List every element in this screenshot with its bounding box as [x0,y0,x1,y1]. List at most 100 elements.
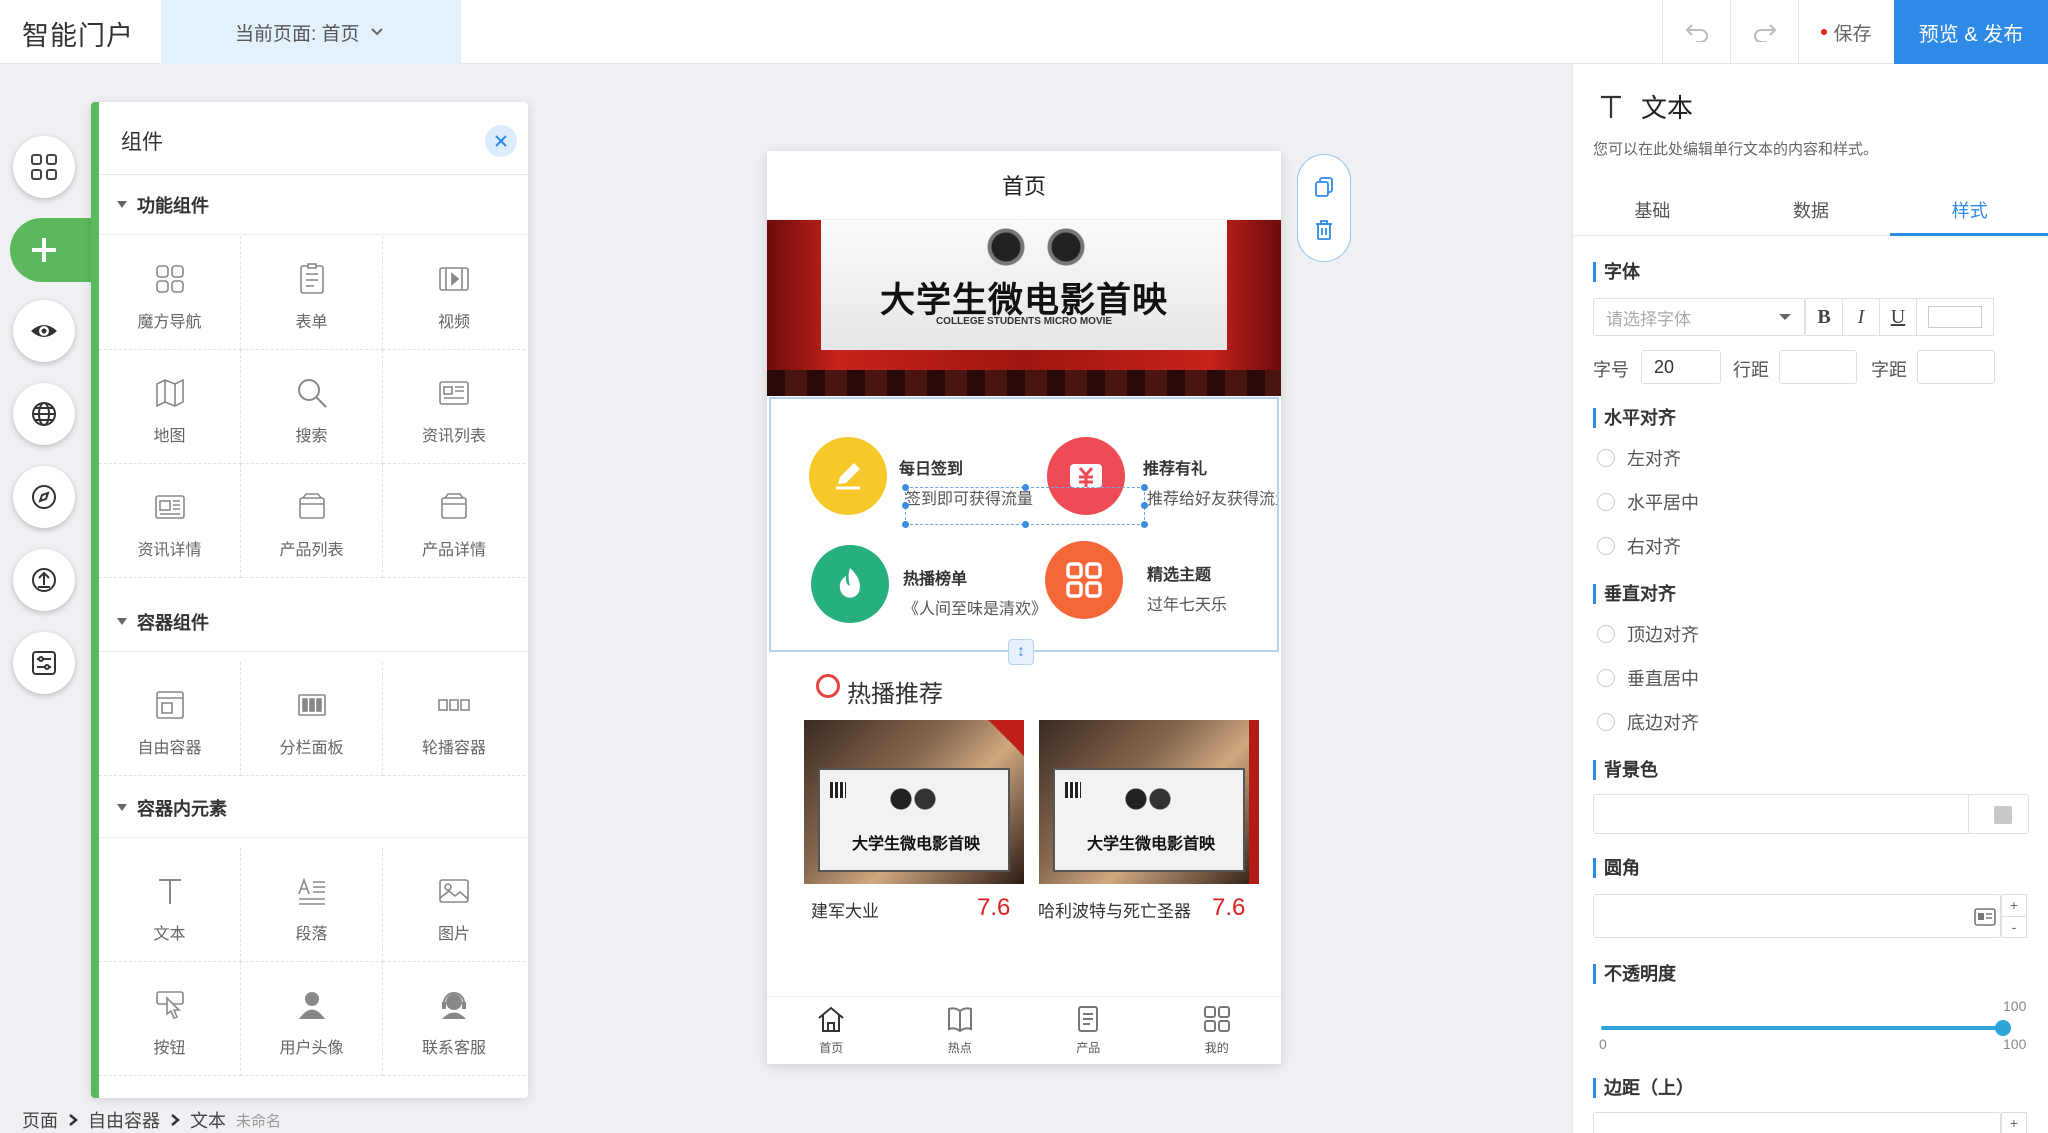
close-button[interactable] [485,125,517,157]
component-news-detail[interactable]: 资讯详情 [99,464,241,578]
rail-settings-button[interactable] [13,632,75,694]
section-header-container[interactable]: 容器组件 [99,592,528,652]
resize-handle[interactable] [902,484,909,491]
radio-align-left[interactable]: 左对齐 [1597,445,1681,471]
rail-globe-button[interactable] [13,383,75,445]
increment-icon[interactable]: + [2001,1112,2027,1133]
component-form[interactable]: 表单 [241,236,383,350]
bg-color-input[interactable] [1593,794,2029,834]
radio-align-center[interactable]: 水平居中 [1597,489,1699,515]
resize-handle[interactable] [1141,521,1148,528]
tab-mine[interactable]: 我的 [1153,997,1282,1064]
trash-icon[interactable] [1312,218,1336,242]
component-button[interactable]: 按钮 [99,962,241,1076]
tab-style[interactable]: 样式 [1890,184,2048,236]
radius-input[interactable] [1593,894,2001,938]
radio-valign-middle[interactable]: 垂直居中 [1597,665,1699,691]
component-paragraph[interactable]: 段落 [241,848,383,962]
save-button[interactable]: 保存 [1798,0,1894,64]
breadcrumb-item[interactable]: 页面 [22,1107,58,1133]
component-user-avatar[interactable]: 用户头像 [241,962,383,1076]
tab-basic[interactable]: 基础 [1573,184,1732,235]
box-icon [437,490,471,524]
rail-upload-button[interactable] [13,549,75,611]
radius-stepper[interactable]: + - [2001,894,2027,938]
decrement-icon[interactable]: - [2002,917,2026,938]
undo-button[interactable] [1662,0,1730,64]
component-image[interactable]: 图片 [383,848,525,962]
underline-button[interactable]: U [1879,298,1917,336]
section-header-elements[interactable]: 容器内元素 [99,778,528,838]
component-customer-service[interactable]: 联系客服 [383,962,525,1076]
letter-spacing-input[interactable] [1917,350,1995,384]
movie-poster[interactable]: 大学生微电影首映 [1039,720,1259,884]
resize-handle[interactable] [1141,502,1148,509]
font-size-input[interactable]: 20 [1641,350,1721,384]
movie-name[interactable]: 建军大业 [811,897,879,922]
line-height-input[interactable] [1779,350,1857,384]
page-selector[interactable]: 当前页面: 首页 [161,0,461,64]
component-carousel[interactable]: 轮播容器 [383,662,525,776]
film-reel-graphic [961,226,1111,268]
bold-button[interactable]: B [1805,298,1843,336]
movie-name[interactable]: 哈利波特与死亡圣器 [1038,897,1191,922]
breadcrumb-item[interactable]: 自由容器 [88,1107,160,1133]
component-product-detail[interactable]: 产品详情 [383,464,525,578]
resize-handle[interactable] [1141,484,1148,491]
opacity-slider-track[interactable] [1601,1026,2001,1030]
carousel-icon [437,688,471,722]
vertical-resize-handle[interactable]: ↕ [1008,639,1034,665]
margin-top-input[interactable] [1593,1112,2001,1133]
tab-home[interactable]: 首页 [767,997,896,1064]
rail-add-button[interactable] [10,218,100,282]
resize-handle[interactable] [1022,484,1029,491]
feature-desc: 过年七天乐 [1147,597,1228,614]
copy-icon[interactable] [1312,175,1336,199]
breadcrumb-item[interactable]: 文本 [190,1107,226,1133]
component-search[interactable]: 搜索 [241,350,383,464]
component-map[interactable]: 地图 [99,350,241,464]
text-selection-box[interactable] [902,484,1148,528]
component-label: 魔方导航 [137,314,202,331]
resize-handle[interactable] [902,502,909,509]
component-product-list[interactable]: 产品列表 [241,464,383,578]
preview-publish-button[interactable]: 预览 & 发布 [1894,0,2048,64]
component-news-list[interactable]: 资讯列表 [383,350,525,464]
tab-hot[interactable]: 热点 [896,997,1025,1064]
font-color-picker[interactable] [1916,298,1994,336]
font-family-select[interactable]: 请选择字体 [1593,298,1805,336]
movie-poster[interactable]: 大学生微电影首映 [804,720,1024,884]
rail-preview-button[interactable] [13,300,75,362]
component-video[interactable]: 视频 [383,236,525,350]
tab-data[interactable]: 数据 [1732,184,1891,235]
id-card-icon [1974,908,1996,926]
section-header-function[interactable]: 功能组件 [99,175,528,235]
component-free-container[interactable]: 自由容器 [99,662,241,776]
component-label: 产品详情 [421,542,486,559]
radio-align-right[interactable]: 右对齐 [1597,533,1681,559]
resize-handle[interactable] [902,521,909,528]
section-title: 功能组件 [137,195,209,216]
rail-compass-button[interactable] [13,466,75,528]
redo-button[interactable] [1730,0,1798,64]
feature-grid[interactable]: 每日签到 签到即可获得流量 推荐有礼 推荐给好友获得流量 热播榜单 《人间至味是… [769,397,1279,652]
rail-grid-button[interactable] [13,136,75,198]
color-picker-swatch[interactable] [1994,806,2012,824]
banner-image[interactable]: 大学生微电影首映 COLLEGE STUDENTS MICRO MOVIE [767,220,1281,396]
radio-valign-top[interactable]: 顶边对齐 [1597,621,1699,647]
caret-down-icon [117,201,127,208]
radio-label: 水平居中 [1627,493,1699,513]
opacity-slider-thumb[interactable] [1995,1020,2011,1036]
increment-icon[interactable]: + [2002,895,2026,917]
component-text[interactable]: 文本 [99,848,241,962]
component-column-panel[interactable]: 分栏面板 [241,662,383,776]
italic-button[interactable]: I [1842,298,1880,336]
tab-product[interactable]: 产品 [1024,997,1153,1064]
component-label: 文本 [153,926,186,943]
props-tabs: 基础 数据 样式 [1573,184,2048,236]
resize-handle[interactable] [1022,521,1029,528]
radio-valign-bottom[interactable]: 底边对齐 [1597,709,1699,735]
breadcrumb: 页面 自由容器 文本 未命名 [0,1107,1560,1133]
component-cube-nav[interactable]: 魔方导航 [99,236,241,350]
tab-label: 我的 [1204,1041,1229,1055]
